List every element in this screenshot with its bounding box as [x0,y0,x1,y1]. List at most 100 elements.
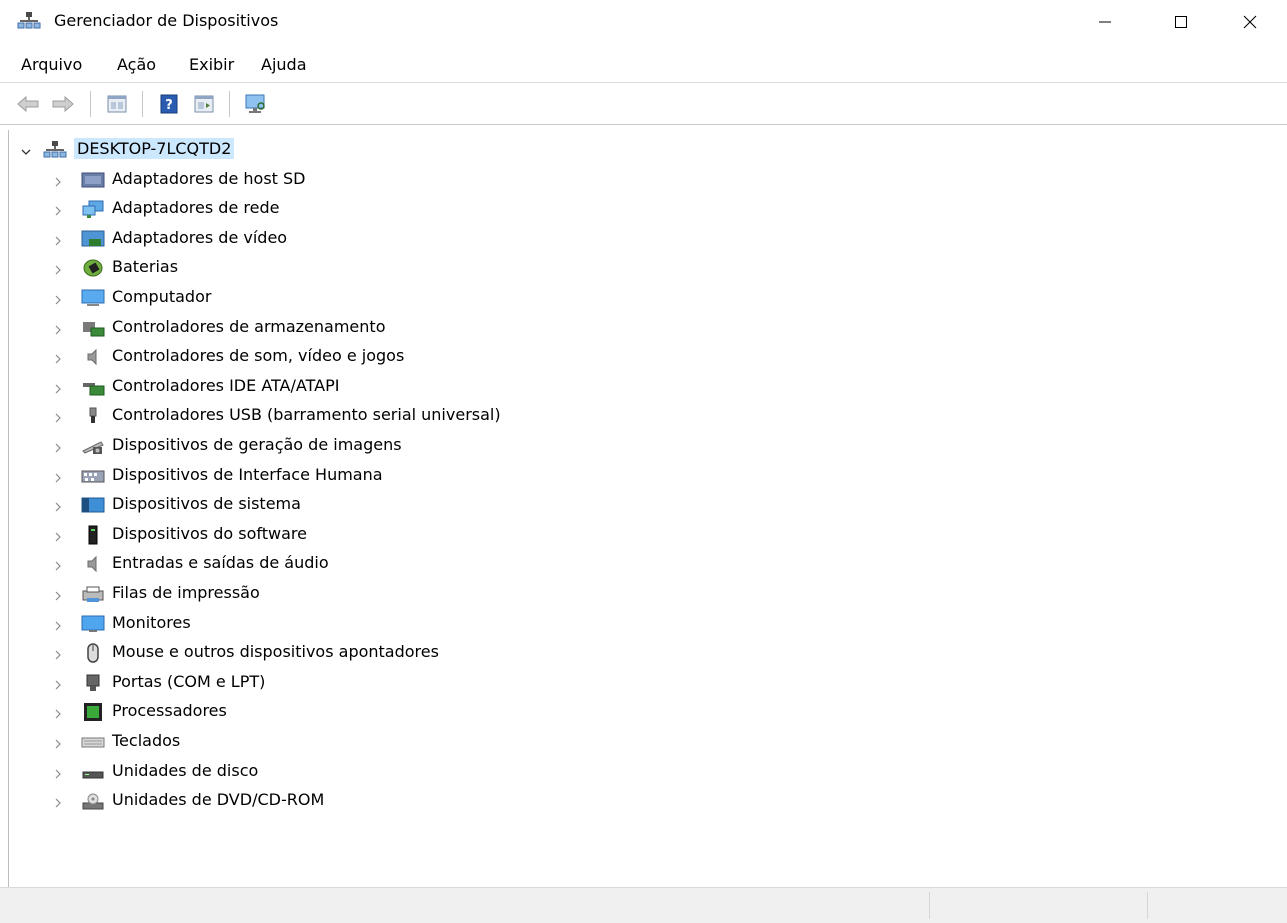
tree-category-ide-controller[interactable]: Controladores IDE ATA/ATAPI [9,374,709,400]
tree-item-label[interactable]: Monitores [112,613,191,632]
chevron-right-icon[interactable] [52,410,64,423]
chevron-right-icon[interactable] [52,292,64,305]
chevron-right-icon[interactable] [52,766,64,779]
tree-root-label[interactable]: DESKTOP-7LCQTD2 [74,138,235,159]
tree-item-label[interactable]: Adaptadores de rede [112,198,279,217]
chevron-right-icon[interactable] [52,351,64,364]
tree-item-label[interactable]: Teclados [112,731,180,750]
tree-item-label[interactable]: Controladores de armazenamento [112,317,385,336]
hid-icon [81,466,105,486]
chevron-right-icon[interactable] [52,558,64,571]
tree-category-disk-drive[interactable]: Unidades de disco [9,759,709,785]
tree-item-label[interactable]: Controladores de som, vídeo e jogos [112,346,404,365]
scan-hardware-button[interactable] [244,92,268,116]
menu-arquivo[interactable]: Arquivo [21,55,82,74]
tree-item-label[interactable]: Dispositivos de Interface Humana [112,465,383,484]
tree-item-label[interactable]: Unidades de disco [112,761,258,780]
chevron-right-icon[interactable] [52,381,64,394]
menu-acao[interactable]: Ação [117,55,156,74]
battery-icon [81,258,105,278]
software-device-icon [81,525,105,545]
tree-category-imaging-device[interactable]: Dispositivos de geração de imagens [9,433,709,459]
help-button[interactable]: ? [157,92,181,116]
tree-category-monitor[interactable]: Monitores [9,611,709,637]
tree-category-port[interactable]: Portas (COM e LPT) [9,670,709,696]
properties-button[interactable] [105,92,129,116]
tree-category-software-device[interactable]: Dispositivos do software [9,522,709,548]
device-manager-icon [17,12,41,29]
chevron-right-icon[interactable] [52,736,64,749]
tree-category-dvd-drive[interactable]: Unidades de DVD/CD-ROM [9,788,709,814]
details-view-button[interactable] [192,92,216,116]
tree-category-computer[interactable]: Computador [9,285,709,311]
tree-item-label[interactable]: Dispositivos de sistema [112,494,301,513]
forward-button[interactable] [51,92,75,116]
chevron-right-icon[interactable] [52,499,64,512]
tree-item-label[interactable]: Computador [112,287,211,306]
tree-category-storage-controller[interactable]: Controladores de armazenamento [9,315,709,341]
tree-category-print-queue[interactable]: Filas de impressão [9,581,709,607]
tree-item-label[interactable]: Entradas e saídas de áudio [112,553,329,572]
tree-item-label[interactable]: Dispositivos do software [112,524,307,543]
tree-category-mouse[interactable]: Mouse e outros dispositivos apontadores [9,640,709,666]
keyboard-icon [81,732,105,752]
tree-item-label[interactable]: Dispositivos de geração de imagens [112,435,402,454]
chevron-right-icon[interactable] [52,618,64,631]
tree-category-sd-host[interactable]: Adaptadores de host SD [9,167,709,193]
tree-category-audio-io[interactable]: Entradas e saídas de áudio [9,551,709,577]
imaging-device-icon [81,436,105,456]
chevron-right-icon[interactable] [52,322,64,335]
tree-category-hid[interactable]: Dispositivos de Interface Humana [9,463,709,489]
toolbar-separator [90,91,91,117]
chevron-right-icon[interactable] [52,174,64,187]
chevron-right-icon[interactable] [52,706,64,719]
tree-item-label[interactable]: Mouse e outros dispositivos apontadores [112,642,439,661]
status-separator [929,892,930,919]
menu-exibir[interactable]: Exibir [189,55,234,74]
chevron-down-icon[interactable] [20,144,32,156]
monitor-icon [81,614,105,634]
maximize-button[interactable] [1153,0,1209,44]
details-view-icon [194,95,214,113]
toolbar: ? [0,83,1287,125]
tree-category-network-adapter[interactable]: Adaptadores de rede [9,196,709,222]
tree-category-system-devices[interactable]: Dispositivos de sistema [9,492,709,518]
properties-icon [107,95,127,113]
tree-item-label[interactable]: Filas de impressão [112,583,260,602]
tree-item-label[interactable]: Adaptadores de vídeo [112,228,287,247]
chevron-right-icon[interactable] [52,440,64,453]
chevron-right-icon[interactable] [52,262,64,275]
tree-category-usb[interactable]: Controladores USB (barramento serial uni… [9,403,709,429]
menu-bar: Arquivo Ação Exibir Ajuda [0,48,1287,83]
device-tree[interactable]: DESKTOP-7LCQTD2 Adaptadores de host SD Ada… [8,130,1284,887]
tree-item-label[interactable]: Processadores [112,701,227,720]
computer-network-icon [43,140,67,160]
chevron-right-icon[interactable] [52,677,64,690]
tree-item-label[interactable]: Unidades de DVD/CD-ROM [112,790,324,809]
tree-item-label[interactable]: Portas (COM e LPT) [112,672,265,691]
toolbar-separator [142,91,143,117]
chevron-right-icon[interactable] [52,470,64,483]
tree-item-label[interactable]: Controladores USB (barramento serial uni… [112,405,501,424]
tree-item-label[interactable]: Baterias [112,257,178,276]
chevron-right-icon[interactable] [52,529,64,542]
chevron-right-icon[interactable] [52,203,64,216]
tree-root-node[interactable]: DESKTOP-7LCQTD2 [9,137,609,163]
tree-category-battery[interactable]: Baterias [9,255,709,281]
tree-category-speaker[interactable]: Controladores de som, vídeo e jogos [9,344,709,370]
back-button[interactable] [16,92,40,116]
chevron-right-icon[interactable] [52,233,64,246]
close-icon [1243,15,1257,29]
usb-icon [81,406,105,426]
menu-ajuda[interactable]: Ajuda [261,55,307,74]
tree-item-label[interactable]: Adaptadores de host SD [112,169,305,188]
chevron-right-icon[interactable] [52,588,64,601]
tree-category-display-adapter[interactable]: Adaptadores de vídeo [9,226,709,252]
tree-item-label[interactable]: Controladores IDE ATA/ATAPI [112,376,339,395]
chevron-right-icon[interactable] [52,647,64,660]
close-button[interactable] [1222,0,1278,44]
tree-category-keyboard[interactable]: Teclados [9,729,709,755]
tree-category-processor[interactable]: Processadores [9,699,709,725]
chevron-right-icon[interactable] [52,795,64,808]
minimize-button[interactable] [1077,0,1133,44]
